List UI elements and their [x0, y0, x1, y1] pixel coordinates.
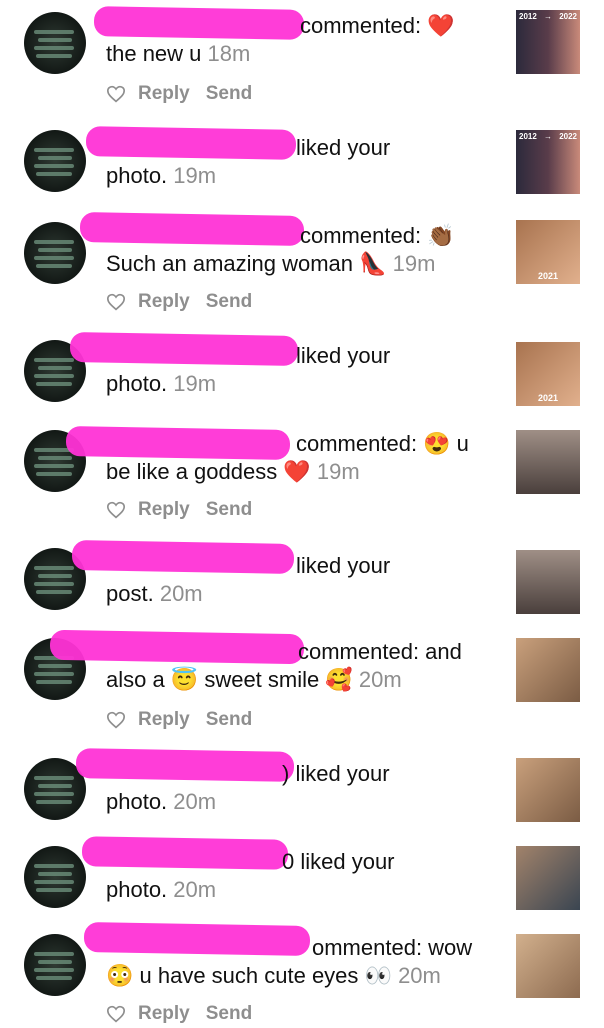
comment-text: Such an amazing woman 👠 — [106, 251, 387, 276]
notification-row[interactable]: commented: and also a 😇 sweet smile 🥰 20… — [0, 626, 604, 744]
reply-button[interactable]: Reply — [138, 709, 190, 731]
timestamp: 19m — [392, 251, 436, 276]
comment-text: the new u — [106, 41, 202, 66]
timestamp: 20m — [398, 963, 441, 988]
reply-button[interactable]: Reply — [138, 499, 190, 521]
notification-action-text: commented: 😍 u — [296, 431, 469, 456]
timestamp: 18m — [207, 41, 251, 66]
post-thumbnail[interactable]: 2012 → 2022 — [516, 130, 580, 194]
heart-icon[interactable] — [106, 1005, 126, 1023]
post-thumbnail[interactable]: 2021 — [516, 220, 580, 284]
post-thumbnail[interactable] — [516, 758, 580, 822]
notification-row[interactable]: liked your photo. 19m 2021 — [0, 328, 604, 418]
send-button[interactable]: Send — [206, 83, 252, 105]
notification-action-text: ommented: wow — [312, 935, 473, 960]
heart-icon[interactable] — [106, 293, 126, 311]
comment-text: also a 😇 sweet smile 🥰 — [106, 667, 353, 692]
notification-row[interactable]: commented: 👏🏾 Such an amazing woman 👠 19… — [0, 210, 604, 328]
notification-row[interactable]: commented: ❤️ the new u 18m Reply Send 2… — [0, 0, 604, 110]
notification-object-text: post. — [106, 581, 154, 606]
reply-button[interactable]: Reply — [138, 291, 190, 313]
avatar[interactable] — [24, 934, 86, 996]
reply-button[interactable]: Reply — [138, 1003, 190, 1025]
heart-icon[interactable] — [106, 501, 126, 519]
timestamp: 20m — [358, 667, 402, 692]
timestamp: 19m — [173, 163, 217, 188]
comment-text: 😳 u have such cute eyes 👀 — [106, 963, 392, 988]
notification-action-text: commented: ❤️ — [300, 13, 455, 38]
notification-object-text: photo. — [106, 877, 168, 902]
send-button[interactable]: Send — [206, 499, 252, 521]
timestamp: 19m — [173, 371, 217, 396]
reply-button[interactable]: Reply — [138, 83, 190, 105]
heart-icon[interactable] — [106, 711, 126, 729]
timestamp: 20m — [173, 789, 217, 814]
post-thumbnail[interactable] — [516, 934, 580, 998]
timestamp: 20m — [159, 581, 203, 606]
notification-row[interactable]: liked your photo. 19m 2012 → 2022 — [0, 118, 604, 208]
send-button[interactable]: Send — [206, 709, 252, 731]
notification-action-text: commented: 👏🏾 — [300, 223, 455, 248]
post-thumbnail[interactable] — [516, 550, 580, 614]
notification-row[interactable]: liked your post. 20m — [0, 536, 604, 626]
avatar[interactable] — [24, 12, 86, 74]
post-thumbnail[interactable]: 2021 — [516, 342, 580, 406]
notification-object-text: photo. — [106, 371, 168, 396]
timestamp: 19m — [316, 459, 360, 484]
avatar[interactable] — [24, 130, 86, 192]
notification-row[interactable]: ) liked your photo. 20m — [0, 744, 604, 832]
post-thumbnail[interactable]: 2012 → 2022 — [516, 10, 580, 74]
post-thumbnail[interactable] — [516, 638, 580, 702]
notification-row[interactable]: commented: 😍 u be like a goddess ❤️ 19m … — [0, 418, 604, 536]
notification-row[interactable]: ommented: wow 😳 u have such cute eyes 👀 … — [0, 918, 604, 1024]
notification-action-text: ) liked your — [282, 761, 390, 786]
post-thumbnail[interactable] — [516, 846, 580, 910]
avatar[interactable] — [24, 222, 86, 284]
notification-object-text: photo. — [106, 163, 168, 188]
avatar[interactable] — [24, 846, 86, 908]
notification-action-text: 0 liked your — [282, 849, 395, 874]
comment-text: be like a goddess ❤️ — [106, 459, 311, 484]
post-thumbnail[interactable] — [516, 430, 580, 494]
send-button[interactable]: Send — [206, 291, 252, 313]
notification-action-text: commented: and — [298, 639, 462, 664]
timestamp: 20m — [173, 877, 217, 902]
notification-action-text: liked your — [296, 343, 391, 368]
notification-object-text: photo. — [106, 789, 168, 814]
notification-action-text: liked your — [296, 135, 391, 160]
heart-icon[interactable] — [106, 85, 126, 103]
notification-action-text: liked your — [296, 553, 391, 578]
notification-row[interactable]: 0 liked your photo. 20m — [0, 832, 604, 918]
send-button[interactable]: Send — [206, 1003, 252, 1025]
